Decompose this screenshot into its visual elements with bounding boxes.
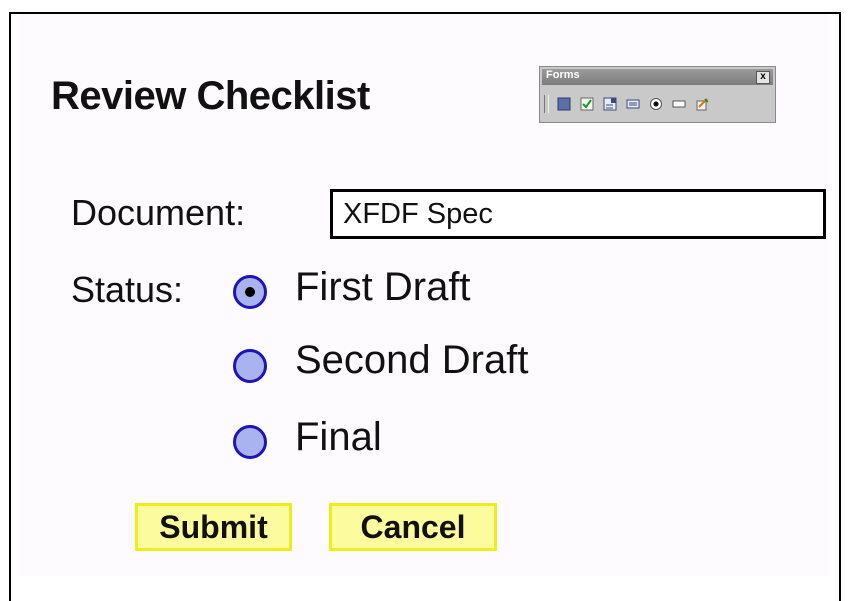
radio-second-draft[interactable] — [233, 349, 267, 383]
signature-tool-icon[interactable] — [694, 96, 710, 112]
close-icon[interactable]: x — [756, 71, 770, 84]
document-label: Document: — [71, 192, 246, 233]
radio-label-final: Final — [295, 415, 382, 459]
checkbox-tool-icon[interactable] — [579, 96, 595, 112]
toolbar-buttons — [544, 89, 771, 119]
toolbar-titlebar[interactable]: Forms x — [542, 69, 773, 85]
button-tool-icon[interactable] — [556, 96, 572, 112]
toolbar-grip[interactable] — [544, 95, 549, 113]
radio-label-second-draft: Second Draft — [295, 338, 529, 382]
radio-first-draft[interactable] — [233, 275, 267, 309]
page-title: Review Checklist — [51, 74, 370, 118]
cancel-button[interactable]: Cancel — [329, 503, 497, 551]
toolbar-title: Forms — [546, 69, 580, 81]
radio-final[interactable] — [233, 425, 267, 459]
combobox-tool-icon[interactable] — [602, 96, 618, 112]
document-field[interactable]: XFDF Spec — [330, 189, 826, 239]
listbox-tool-icon[interactable] — [625, 96, 641, 112]
radio-tool-icon[interactable] — [648, 96, 664, 112]
textfield-tool-icon[interactable] — [671, 96, 687, 112]
forms-toolbar: Forms x — [539, 66, 776, 123]
submit-button[interactable]: Submit — [135, 503, 292, 551]
radio-label-first-draft: First Draft — [295, 265, 471, 309]
status-label: Status: — [71, 269, 184, 310]
